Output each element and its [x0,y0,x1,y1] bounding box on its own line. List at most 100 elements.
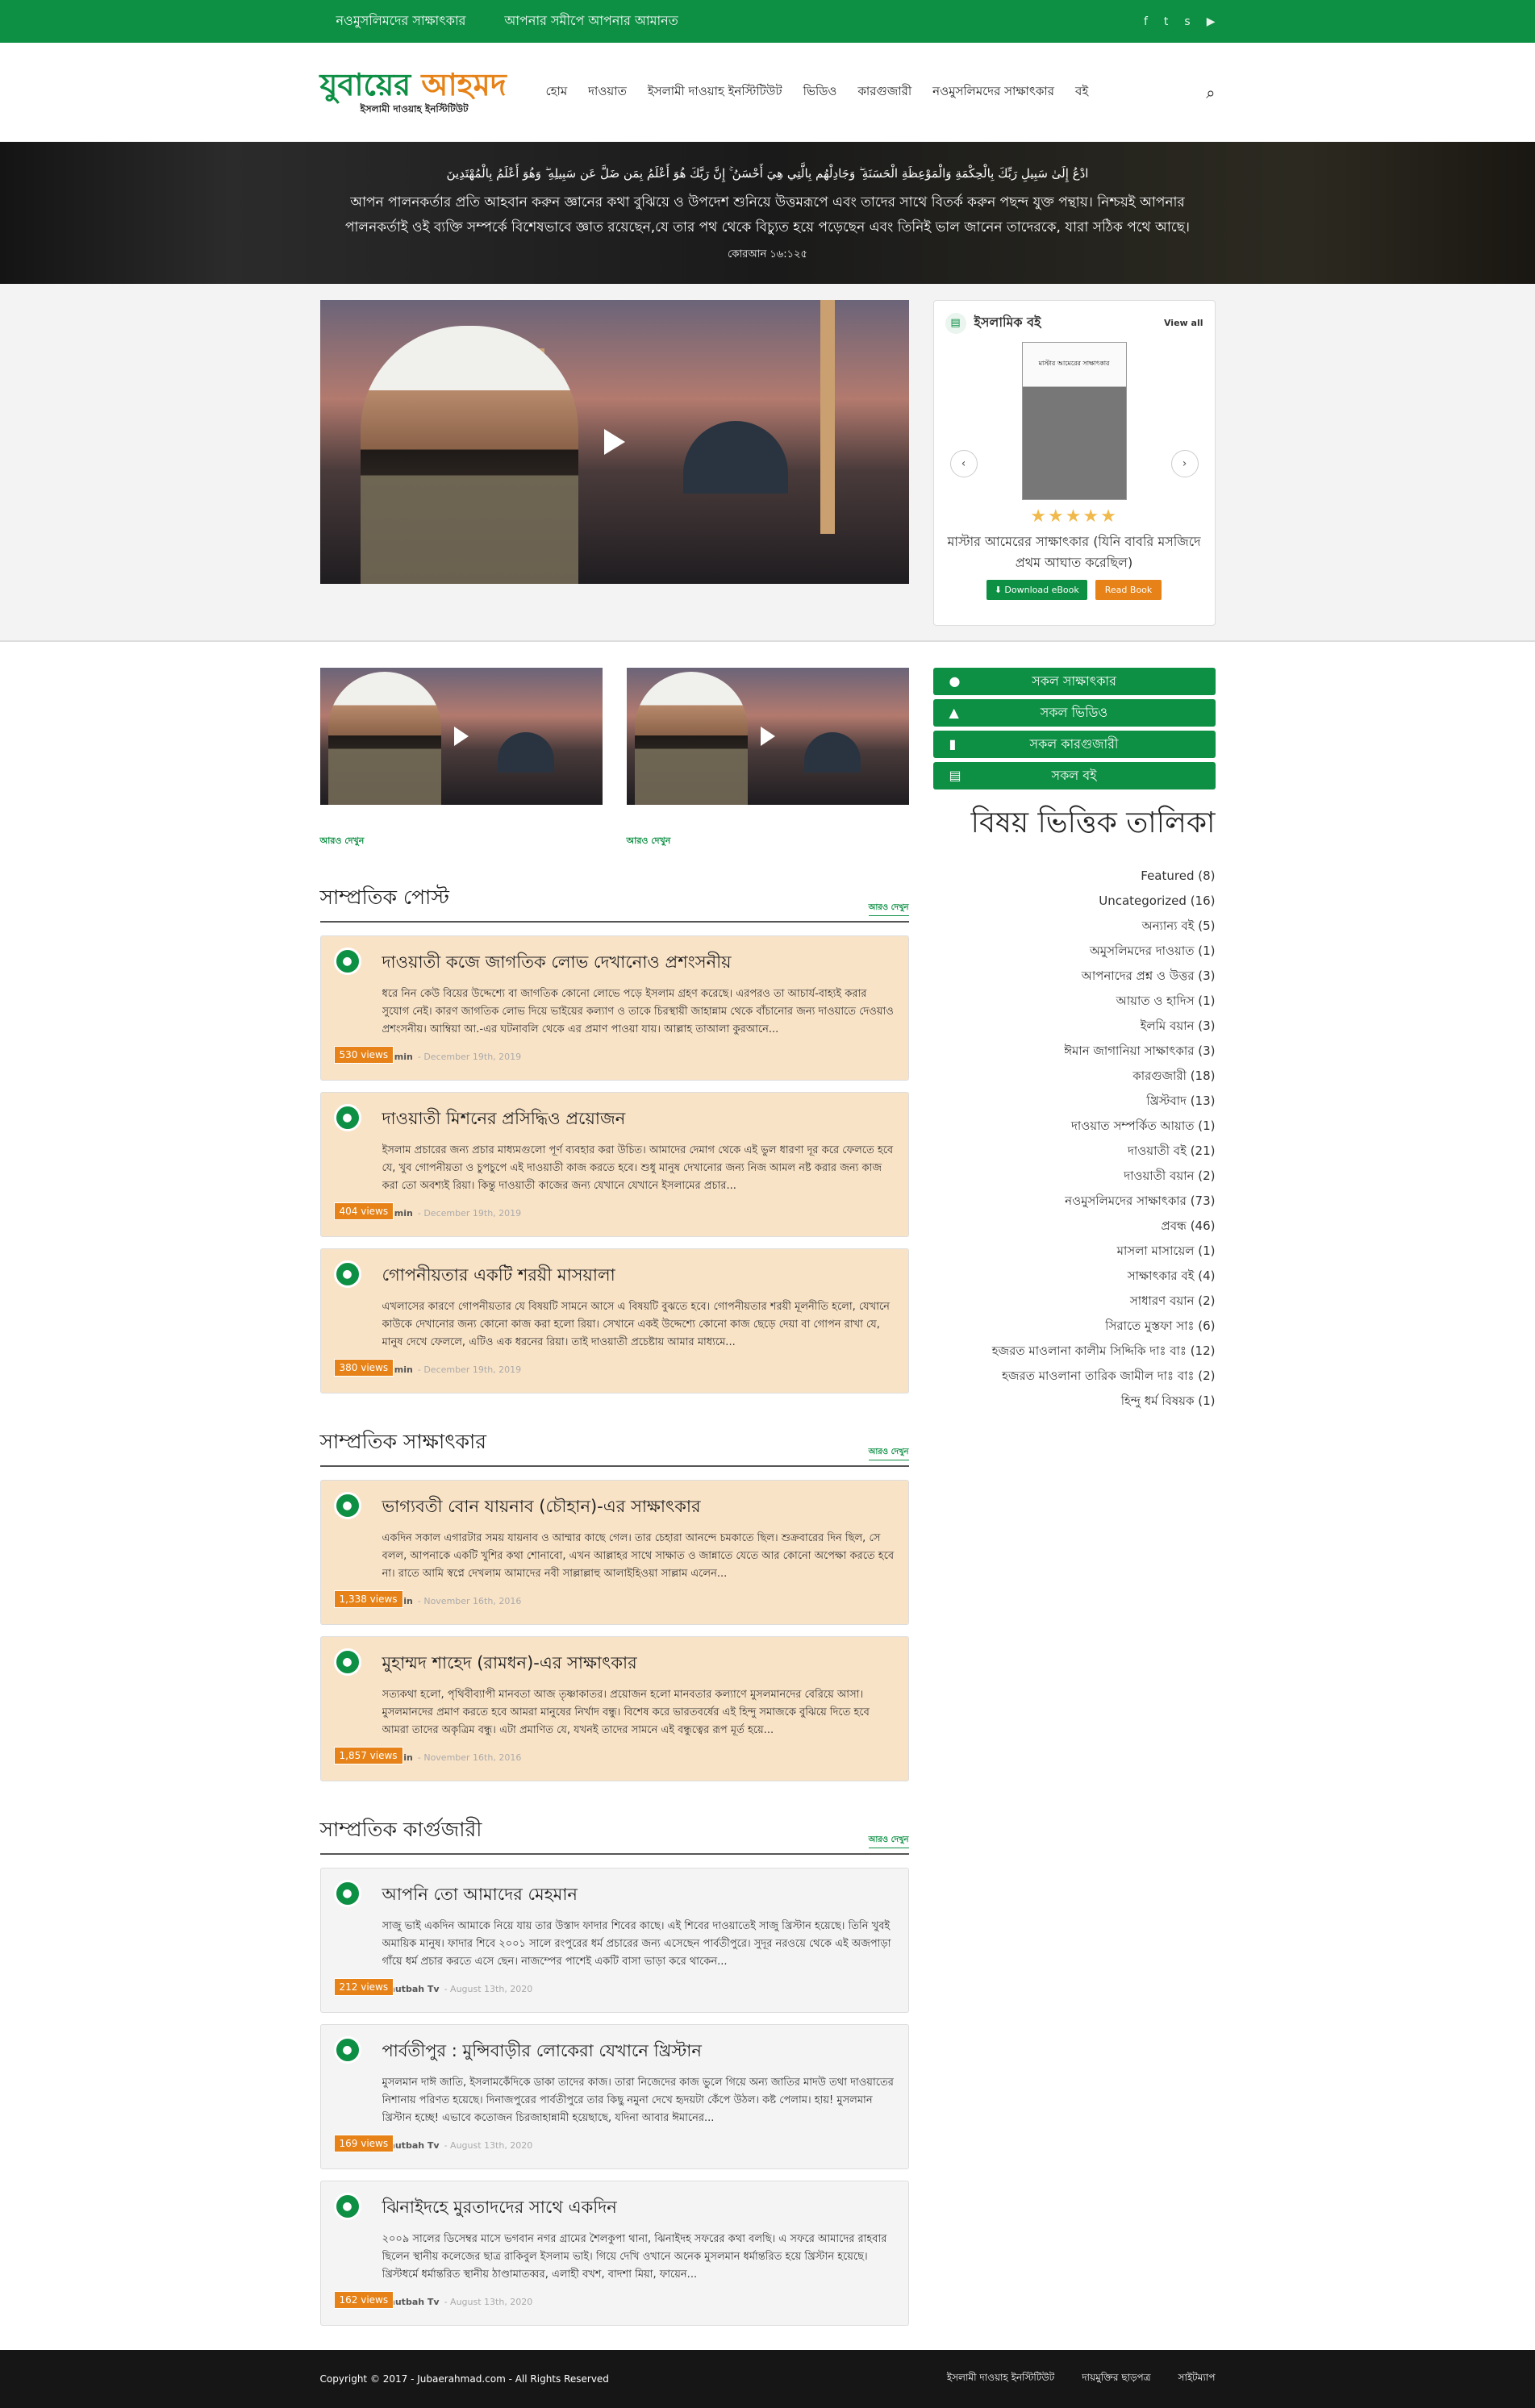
mosque-dome [497,732,554,773]
post-title[interactable]: আপনি তো আমাদের মেহমান [382,1881,895,1910]
post-title[interactable]: ভাগ্যবতী বোন যায়নাব (চৌহান)-এর সাক্ষাৎক… [382,1494,895,1522]
nav-kargujari[interactable]: কারগুজারী [857,82,911,102]
category-item[interactable]: দাওয়াতী বই (21) [933,1139,1215,1164]
all-interviews-button[interactable]: ● সকল সাক্ষাৎকার [932,668,1216,695]
footer-link-disclaimer[interactable]: দায়মুক্তির ছাড়পত্র [1082,2371,1150,2387]
category-item[interactable]: সাধারণ বয়ান (2) [933,1289,1216,1314]
logo-name: যুবায়ের [319,66,411,102]
site-logo[interactable]: যুবায়ের আহমদ ইসলামী দাওয়াহ ইনস্টিটিউট [320,67,562,119]
post-card[interactable]: ● ভাগ্যবতী বোন যায়নাব (চৌহান)-এর সাক্ষা… [319,1480,909,1625]
category-item[interactable]: প্রবন্ধ (46) [933,1214,1216,1239]
twitter-icon[interactable]: t [1164,15,1169,28]
topbar-link-interviews[interactable]: নওমুসলিমদের সাক্ষাৎকার [336,10,466,32]
category-item[interactable]: হজরত মাওলানা কালীম সিদ্দিকি দাঃ বাঃ (12) [933,1339,1216,1364]
copyright: Copyright © 2017 - Jubaerahmad.com - All… [319,2373,609,2385]
all-books-button[interactable]: ▤ সকল বই [932,762,1216,789]
category-item[interactable]: কারগুজারী (18) [933,1064,1215,1089]
all-videos-button[interactable]: ▲ সকল ভিডিও [932,699,1216,727]
category-item[interactable]: অমুসলিমদের দাওয়াত (1) [933,939,1216,964]
play-icon[interactable] [760,727,775,746]
category-item[interactable]: হজরত মাওলানা তারিক জামীল দাঃ বাঃ (2) [933,1364,1215,1389]
nav-interviews[interactable]: নওমুসলিমদের সাক্ষাৎকার [932,82,1054,102]
nav-institute[interactable]: ইসলামী দাওয়াহ ইনস্টিটিউট [648,82,782,102]
post-card[interactable]: ● দাওয়াতী মিশনের প্রসিদ্ধিও প্রয়োজন ইস… [319,1092,909,1237]
post-sections: সাম্প্রতিক পোস্ট আরও দেখুন ● দাওয়াতী কজে … [319,881,909,2326]
category-item[interactable]: খ্রিস্টবাদ (13) [933,1089,1215,1114]
topbar-link-amanat[interactable]: আপনার সমীপে আপনার আমানত [504,10,678,32]
play-icon[interactable] [453,727,469,746]
post-card[interactable]: ● পার্বতীপুর : মুন্সিবাড়ীর লোকেরা যেখান… [319,2024,909,2169]
nav-home[interactable]: হোম [546,82,568,102]
post-title[interactable]: দাওয়াতী মিশনের প্রসিদ্ধিও প্রয়োজন [382,1106,895,1134]
nav-video[interactable]: ভিডিও [803,82,837,102]
post-title[interactable]: পার্বতীপুর : মুন্সিবাড়ীর লোকেরা যেখানে … [382,2038,895,2066]
prev-arrow-icon[interactable]: ‹ [949,450,978,477]
books-widget-title: ইসলামিক বই [974,315,1041,330]
post-title[interactable]: দাওয়াতী কজে জাগতিক লোভ দেখানোও প্রশংসনী… [382,949,895,977]
category-item[interactable]: Uncategorized (16) [933,889,1215,914]
post-card[interactable]: ● আপনি তো আমাদের মেহমান সাজু ভাই একদিন আ… [319,1868,909,2013]
post-title[interactable]: ঝিনাইদহে মুরতাদদের সাথে একদিন [382,2194,895,2223]
thumbs-up-icon: ▲ [949,705,959,720]
post-card[interactable]: ● মুহাম্মদ শাহেদ (রামধন)-এর সাক্ষাৎকার স… [319,1636,909,1781]
play-icon[interactable] [603,429,625,455]
all-kargujari-button[interactable]: ▮ সকল কারগুজারী [932,731,1216,758]
post-excerpt: ইসলাম প্রচারের জন্য প্রচার মাধ্যমগুলো পূ… [382,1144,894,1192]
category-item[interactable]: ইলমি বয়ান (3) [933,1014,1216,1039]
category-item[interactable]: অন্যান্য বই (5) [933,914,1216,939]
read-book-button[interactable]: Read Book [1095,580,1162,600]
category-item[interactable]: সিরাতে মুস্তফা সাঃ (6) [933,1314,1215,1339]
category-item[interactable]: দাওয়াতী বয়ান (2) [933,1164,1215,1189]
post-date: - December 19th, 2019 [417,1364,522,1375]
see-more-link[interactable]: আরও দেখুন [868,1834,909,1848]
post-date: - December 19th, 2019 [417,1052,522,1062]
category-item[interactable]: আপনাদের প্রশ্ন ও উত্তর (3) [933,964,1216,989]
category-item[interactable]: নওমুসলিমদের সাক্ষাৎকার (73) [933,1189,1215,1214]
footer-link-institute[interactable]: ইসলামী দাওয়াহ ইনস্টিটিউট [947,2371,1054,2387]
youtube-icon[interactable]: ▶ [1207,15,1216,28]
category-item[interactable]: দাওয়াত সম্পর্কিত আয়াত (1) [933,1114,1216,1139]
video-thumbnail[interactable] [319,668,603,805]
view-all-link[interactable]: View all [1164,318,1203,328]
see-more-link[interactable]: আরও দেখুন [627,834,909,849]
speaker-image [634,672,748,805]
video-grid: আরও দেখুন আরও দেখুন [319,668,909,849]
video-item: আরও দেখুন [626,668,909,849]
main-content: আরও দেখুন আরও দেখুন সাম্প্রতিক পোস্ট আরও … [0,642,1535,2337]
category-item[interactable]: হিন্দু ধর্ম বিষয়ক (1) [933,1389,1216,1414]
book-cover[interactable]: মাস্টার আমেরের সাক্ষাৎকার [1021,342,1127,500]
featured-video[interactable] [319,300,909,584]
category-item[interactable]: ঈমান জাগানিয়া সাক্ষাৎকার (3) [933,1039,1215,1064]
see-more-link[interactable]: আরও দেখুন [320,834,603,849]
category-item[interactable]: সাক্ষাৎকার বই (4) [933,1264,1216,1289]
post-date: - November 16th, 2016 [417,1752,522,1763]
post-card[interactable]: ● ঝিনাইদহে মুরতাদদের সাথে একদিন ২০০৯ সাল… [319,2181,909,2326]
post-title[interactable]: মুহাম্মদ শাহেদ (রামধন)-এর সাক্ষাৎকার [382,1650,895,1678]
facebook-icon[interactable]: f [1144,15,1148,28]
category-item[interactable]: Featured (8) [933,864,1215,889]
mosque-dome [803,732,861,773]
footer-link-sitemap[interactable]: সাইটম্যাপ [1178,2371,1216,2387]
nav-books[interactable]: বই [1075,82,1088,102]
views-badge: 404 views [333,1202,394,1220]
video-item: আরও দেখুন [319,668,603,849]
category-item[interactable]: মাসলা মাসায়েল (1) [933,1239,1216,1264]
search-icon[interactable]: ⌕ [1206,83,1215,102]
download-ebook-button[interactable]: ⬇ Download eBook [986,580,1087,600]
post-excerpt: সত্যকথা হলো, পৃথিবীব্যাপী মানবতা আজ তৃষ্… [382,1689,870,1736]
book-title[interactable]: মাস্টার আমেরের সাক্ষাৎকার (যিনি বাবরি মস… [945,531,1203,573]
post-title[interactable]: গোপনীয়তার একটি শরয়ী মাসয়ালা [382,1262,895,1290]
post-card[interactable]: ● গোপনীয়তার একটি শরয়ী মাসয়ালা এখলাসের… [319,1248,909,1394]
next-arrow-icon[interactable]: › [1170,450,1199,477]
category-item[interactable]: আয়াত ও হাদিস (1) [933,989,1216,1014]
taxonomy-title: বিষয় ভিত্তিক তালিকা [970,806,1216,839]
post-card[interactable]: ● দাওয়াতী কজে জাগতিক লোভ দেখানোও প্রশংস… [319,935,909,1081]
speaker-image [327,672,441,805]
skype-icon[interactable]: s [1184,15,1190,28]
nav-dawat[interactable]: দাওয়াত [588,82,627,102]
video-thumbnail[interactable] [626,668,909,805]
see-more-link[interactable]: আরও দেখুন [868,1446,909,1460]
section-header: সাম্প্রতিক কার্গুজারী আরও দেখুন [319,1814,909,1855]
page-icon: ▮ [949,736,957,752]
see-more-link[interactable]: আরও দেখুন [868,902,909,916]
